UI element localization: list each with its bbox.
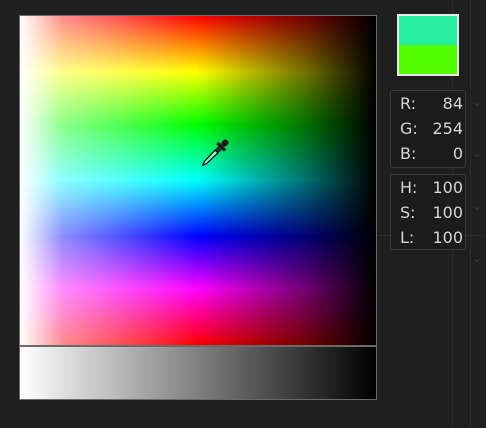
current-color-swatch[interactable] — [399, 45, 457, 74]
red-row: R: 84 — [391, 92, 465, 116]
hue-row: H: 100 — [391, 176, 465, 200]
saturation-label: S: — [400, 203, 416, 222]
color-picker-panel: ⌄ ⌄ ⌄ ⌄ R: 84 G: 254 B: 0 H: 100 S: 100 … — [0, 0, 486, 428]
hue-label: H: — [400, 178, 418, 197]
color-swatch[interactable] — [397, 14, 459, 76]
grayscale-bar[interactable] — [19, 346, 377, 400]
blue-label: B: — [400, 144, 417, 163]
color-spectrum[interactable] — [19, 15, 377, 346]
red-value-field[interactable]: 84 — [443, 92, 463, 116]
chevron-down-icon: ⌄ — [471, 95, 482, 109]
saturation-value-field[interactable]: 100 — [432, 201, 463, 225]
hue-value-field[interactable]: 100 — [432, 176, 463, 200]
blue-row: B: 0 — [391, 142, 465, 166]
red-label: R: — [400, 94, 417, 113]
lightness-label: L: — [400, 228, 415, 247]
saturation-row: S: 100 — [391, 201, 465, 225]
previous-color-swatch[interactable] — [399, 16, 457, 45]
blue-value-field[interactable]: 0 — [453, 142, 463, 166]
eyedropper-icon — [201, 139, 229, 167]
lightness-row: L: 100 — [391, 226, 465, 250]
rgb-values-group: R: 84 G: 254 B: 0 — [390, 90, 466, 168]
green-row: G: 254 — [391, 117, 465, 141]
chevron-down-icon: ⌄ — [471, 251, 482, 265]
black-overlay — [20, 16, 376, 345]
hsl-values-group: H: 100 S: 100 L: 100 — [390, 174, 466, 250]
chevron-down-icon: ⌄ — [471, 146, 482, 160]
background-divider — [470, 0, 471, 428]
chevron-down-icon: ⌄ — [471, 199, 482, 213]
green-value-field[interactable]: 254 — [432, 117, 463, 141]
green-label: G: — [400, 119, 418, 138]
lightness-value-field[interactable]: 100 — [432, 226, 463, 250]
